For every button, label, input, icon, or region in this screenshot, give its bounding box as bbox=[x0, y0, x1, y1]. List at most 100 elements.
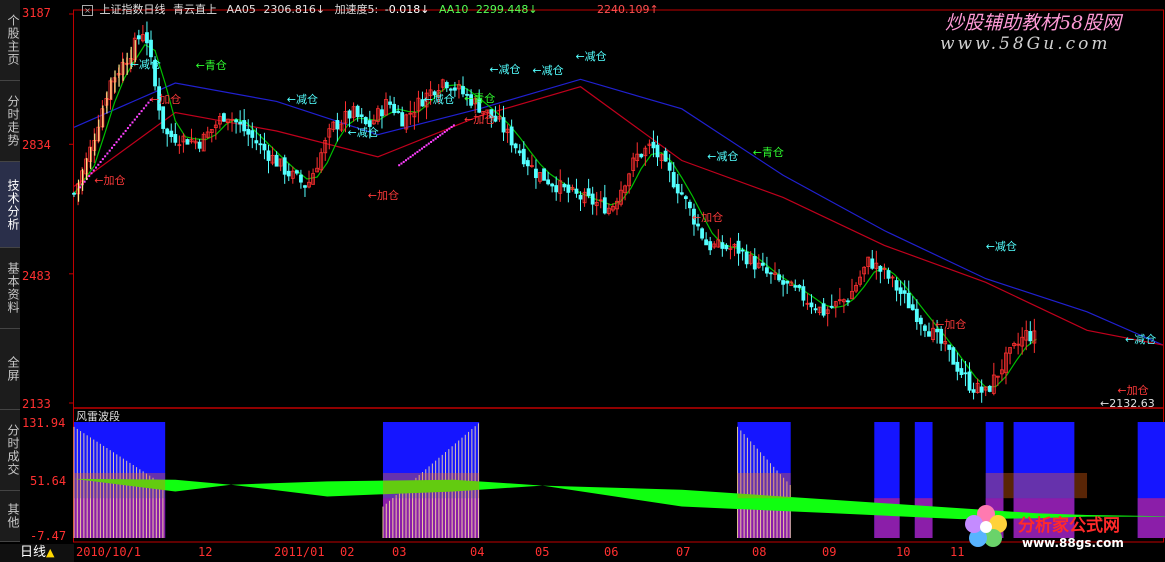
candle-body bbox=[258, 143, 263, 146]
candle-body bbox=[809, 302, 814, 308]
watermark-logo bbox=[962, 502, 1010, 550]
tab-intraday-trades[interactable]: 分时成交 bbox=[0, 410, 20, 491]
candle-body bbox=[898, 287, 903, 294]
wave-purple-block bbox=[1137, 498, 1165, 538]
signal-add: ←加仓 bbox=[1117, 384, 1149, 398]
ladder-dot bbox=[122, 132, 125, 135]
signal-clear: ←青仓 bbox=[752, 146, 784, 160]
period-selector[interactable]: 日线▲ bbox=[0, 544, 74, 562]
aa20-value: 2240.109↑ bbox=[597, 3, 659, 16]
tab-fullscreen[interactable]: 全屏 bbox=[0, 329, 20, 410]
ladder-dot bbox=[441, 132, 444, 135]
tab-fundamentals[interactable]: 基本资料 bbox=[0, 248, 20, 329]
candle-body bbox=[550, 183, 555, 187]
period-label: 日线 bbox=[20, 545, 47, 560]
ladder-dot bbox=[434, 137, 437, 140]
ladder-dot bbox=[131, 121, 134, 124]
signal-reduce: ←减仓 bbox=[1125, 332, 1157, 346]
tab-intraday[interactable]: 分时走势 bbox=[0, 81, 20, 162]
ladder-dot bbox=[95, 166, 98, 169]
candle-body bbox=[303, 185, 307, 188]
candle-body bbox=[525, 160, 530, 167]
ladder-dot bbox=[108, 149, 111, 152]
speed-value: -0.018↓ bbox=[384, 3, 430, 16]
wave-purple-block bbox=[74, 498, 166, 538]
aa05-value: 2306.816↓ bbox=[263, 3, 326, 16]
candle-body bbox=[242, 120, 247, 132]
candle-body bbox=[294, 170, 299, 174]
candle-body bbox=[963, 372, 968, 375]
indicator-name: 青云直上 bbox=[173, 3, 217, 16]
x-tick: 04 bbox=[470, 545, 485, 559]
ladder-dot bbox=[398, 164, 401, 167]
tab-technical-analysis[interactable]: 技术分析 bbox=[0, 162, 20, 248]
watermark-top-url: www.58Gu.com bbox=[940, 34, 1111, 54]
candle-body bbox=[744, 251, 749, 265]
candle-body bbox=[894, 280, 899, 291]
wave-purple-block bbox=[382, 498, 480, 538]
signal-reduce: ←减仓 bbox=[707, 149, 739, 163]
wave-orange-zone bbox=[74, 472, 166, 499]
ladder-dot bbox=[97, 163, 100, 166]
candle-body bbox=[708, 241, 713, 251]
x-tick: 05 bbox=[535, 545, 550, 559]
candle-body bbox=[914, 308, 919, 323]
candle-body bbox=[392, 103, 397, 114]
ladder-dot bbox=[439, 134, 442, 137]
ladder-dot bbox=[409, 155, 412, 158]
candle-body bbox=[700, 228, 704, 239]
candle-body bbox=[299, 174, 303, 183]
wave-orange-zone bbox=[985, 472, 1088, 499]
signal-add: ←加仓 bbox=[149, 92, 182, 106]
candle-body bbox=[769, 272, 773, 275]
signal-add: ←加仓 bbox=[464, 113, 496, 127]
y-tick: 2834 bbox=[22, 138, 51, 152]
candle-body bbox=[878, 265, 883, 272]
ladder-dot bbox=[138, 112, 141, 115]
ladder-dot bbox=[427, 142, 430, 145]
candle-body bbox=[145, 32, 149, 44]
ladder-dot bbox=[145, 104, 148, 107]
candle-body bbox=[72, 192, 76, 195]
candle-body bbox=[781, 280, 786, 285]
candle-body bbox=[947, 344, 952, 350]
candle-body bbox=[906, 292, 911, 309]
ladder-dot bbox=[407, 157, 410, 160]
candle-body bbox=[509, 126, 514, 146]
candle-body bbox=[173, 134, 178, 143]
triangle-icon: ▲ bbox=[46, 546, 55, 559]
candle-body bbox=[380, 109, 384, 117]
ladder-dot bbox=[140, 110, 143, 113]
ladder-dot bbox=[418, 149, 421, 152]
ladder-dot bbox=[113, 144, 116, 147]
close-icon[interactable]: × bbox=[82, 5, 93, 16]
tab-other[interactable]: 其他 bbox=[0, 491, 20, 542]
x-tick: 09 bbox=[822, 545, 837, 559]
lower-y-tick-top: 131.94 bbox=[22, 416, 66, 430]
candle-body bbox=[793, 285, 798, 288]
candle-body bbox=[683, 196, 688, 199]
candle-body bbox=[979, 386, 984, 393]
aa05-label: AA05 bbox=[226, 3, 256, 16]
candle-body bbox=[578, 194, 583, 200]
ma-red-line bbox=[73, 86, 1164, 346]
candle-body bbox=[165, 128, 170, 135]
candle-body bbox=[785, 280, 790, 284]
ladder-dot bbox=[411, 154, 414, 157]
y-tick-bottom: 2133 bbox=[22, 397, 51, 411]
candle-body bbox=[813, 308, 818, 311]
signal-add: ←加仓 bbox=[367, 188, 399, 202]
ladder-dot bbox=[88, 175, 91, 178]
ladder-dot bbox=[416, 150, 419, 153]
wave-orange-zone bbox=[737, 472, 791, 499]
candle-body bbox=[262, 143, 267, 151]
candle-body bbox=[675, 183, 680, 194]
candle-body bbox=[829, 305, 834, 308]
candle-body bbox=[724, 244, 729, 250]
ladder-dot bbox=[425, 144, 428, 147]
candle-body bbox=[602, 197, 607, 214]
signal-add: ←加仓 bbox=[691, 210, 724, 224]
candle-body bbox=[777, 274, 781, 281]
ladder-dot bbox=[124, 129, 127, 132]
tab-stock-home[interactable]: 个股主页 bbox=[0, 0, 20, 81]
